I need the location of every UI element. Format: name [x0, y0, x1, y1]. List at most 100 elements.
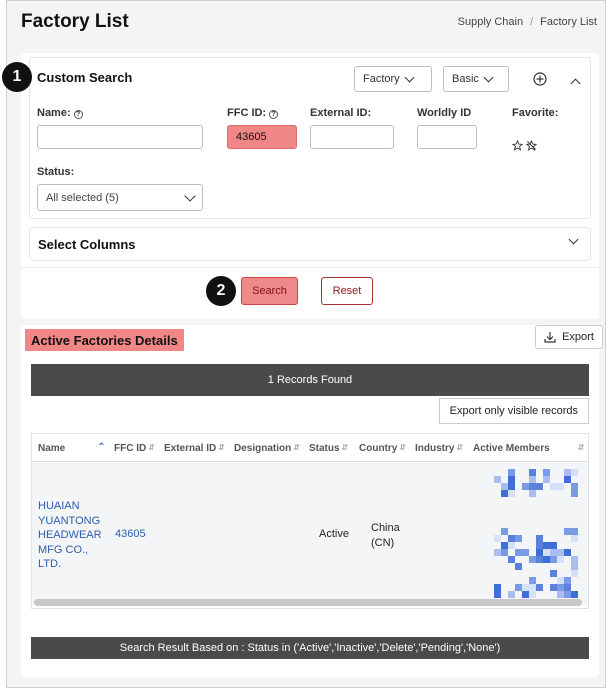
sort-icon[interactable]: ⇵	[148, 444, 155, 452]
factory-name-link[interactable]: HUAIAN YUANTONG HEADWEAR MFG CO., LTD.	[38, 499, 102, 572]
page-title: Factory List	[21, 11, 129, 32]
pixelated-block	[564, 591, 571, 598]
pixelated-block	[557, 584, 564, 591]
pixelated-block	[571, 469, 578, 476]
pixelated-block	[536, 584, 543, 591]
sort-ascending-icon[interactable]: ⌃	[97, 443, 105, 453]
page-frame: Factory List Supply Chain / Factory List C…	[2, 0, 606, 688]
pixelated-block	[494, 535, 501, 542]
pixelated-block	[529, 483, 536, 490]
status-select[interactable]: All selected (5)	[37, 184, 203, 211]
pixelated-block	[564, 528, 571, 535]
sort-icon[interactable]: ⇵	[342, 444, 349, 452]
pixelated-block	[536, 549, 543, 556]
worldly-id-label: Worldly ID	[417, 107, 472, 119]
column-header-ffc-id[interactable]: FFC ID ⇵	[114, 434, 155, 462]
export-visible-button[interactable]: Export only visible records	[438, 398, 589, 424]
help-icon[interactable]: ?	[269, 110, 279, 119]
results-card: Active Factories Details Export 1 Record…	[21, 325, 603, 677]
pixelated-block	[515, 563, 522, 570]
column-header-name[interactable]: Name ⌃	[38, 434, 106, 462]
country-cell: China (CN)	[371, 522, 400, 549]
pixelated-block	[522, 549, 529, 556]
pixelated-block	[557, 577, 564, 584]
pixelated-block	[508, 542, 515, 549]
column-header-country[interactable]: Country ⇵	[359, 434, 406, 462]
export-button[interactable]: Export	[535, 325, 603, 349]
external-id-input[interactable]	[310, 125, 394, 149]
mode-dropdown[interactable]: Basic	[443, 66, 509, 92]
column-header-external-id[interactable]: External ID ⇵	[164, 434, 225, 462]
pixelated-block	[501, 490, 508, 497]
pixelated-block	[564, 549, 571, 556]
search-result-footer: Search Result Based on : Status in ('Act…	[31, 637, 589, 659]
custom-search-panel: Custom Search Factory Basic Name:? FFC I…	[29, 57, 591, 219]
pixelated-block	[564, 584, 571, 591]
pixelated-block	[501, 542, 508, 549]
star-off-icon[interactable]	[526, 140, 537, 151]
breadcrumb: Supply Chain / Factory List	[457, 16, 597, 28]
pixelated-block	[571, 563, 578, 570]
pixelated-block	[522, 483, 529, 490]
pixelated-block	[501, 549, 508, 556]
pixelated-block	[508, 490, 515, 497]
column-header-active-members[interactable]: Active Members ⇵	[473, 434, 584, 462]
pixelated-block	[515, 535, 522, 542]
chevron-down-icon	[483, 72, 494, 82]
status-cell: Active	[319, 528, 349, 540]
sort-icon[interactable]: ⇵	[399, 444, 406, 452]
pixelated-block	[543, 476, 550, 483]
worldly-id-input[interactable]	[417, 125, 477, 149]
pixelated-block	[536, 542, 543, 549]
search-button[interactable]: Search	[241, 277, 298, 305]
pixelated-block	[508, 535, 515, 542]
pixelated-block	[564, 577, 571, 584]
table-header: Name ⌃ FFC ID ⇵ External ID ⇵ Designation ⇵ …	[32, 434, 588, 462]
reset-button[interactable]: Reset	[321, 277, 373, 305]
pixelated-block	[536, 556, 543, 563]
horizontal-scrollbar[interactable]	[34, 599, 582, 606]
sort-icon[interactable]: ⇵	[578, 444, 585, 452]
step-badge-1: 1	[2, 62, 32, 92]
column-header-designation[interactable]: Designation ⇵	[234, 434, 300, 462]
collapse-chevron-up-icon[interactable]	[570, 78, 581, 89]
select-columns-title[interactable]: Select Columns	[38, 237, 136, 252]
mode-dropdown-value: Basic	[452, 73, 479, 85]
pixelated-block	[501, 528, 508, 535]
name-input[interactable]	[37, 125, 203, 149]
pixelated-block	[508, 483, 515, 490]
pixelated-block	[550, 542, 557, 549]
sort-icon[interactable]: ⇵	[456, 444, 463, 452]
star-outline-icon[interactable]	[512, 140, 523, 151]
pixelated-block	[529, 469, 536, 476]
column-header-industry[interactable]: Industry ⇵	[415, 434, 463, 462]
help-icon[interactable]: ?	[73, 110, 83, 119]
pixelated-block	[550, 549, 557, 556]
pixelated-block	[536, 483, 543, 490]
pixelated-block	[543, 556, 550, 563]
add-circle-icon[interactable]	[533, 72, 547, 86]
pixelated-block	[508, 556, 515, 563]
pixelated-block	[571, 591, 578, 598]
chevron-down-icon[interactable]	[568, 234, 579, 245]
select-columns-panel[interactable]: Select Columns	[29, 227, 591, 261]
entity-dropdown[interactable]: Factory	[354, 66, 432, 92]
export-label: Export	[562, 331, 594, 343]
entity-dropdown-value: Factory	[363, 73, 400, 85]
pixelated-block	[543, 542, 550, 549]
column-header-status[interactable]: Status ⇵	[309, 434, 348, 462]
name-label: Name:?	[37, 107, 83, 119]
ffc-id-input[interactable]: 43605	[227, 125, 297, 149]
results-table: Name ⌃ FFC ID ⇵ External ID ⇵ Designation ⇵ …	[31, 433, 589, 609]
pixelated-block	[508, 591, 515, 598]
pixelated-block	[494, 549, 501, 556]
custom-search-title[interactable]: Custom Search	[37, 70, 132, 85]
pixelated-block	[564, 476, 571, 483]
breadcrumb-supply-chain[interactable]: Supply Chain	[458, 16, 523, 28]
sort-icon[interactable]: ⇵	[218, 444, 225, 452]
pixelated-block	[494, 476, 501, 483]
pixelated-block	[543, 469, 550, 476]
pixelated-block	[508, 476, 515, 483]
ffc-id-link[interactable]: 43605	[115, 528, 146, 540]
sort-icon[interactable]: ⇵	[293, 444, 300, 452]
